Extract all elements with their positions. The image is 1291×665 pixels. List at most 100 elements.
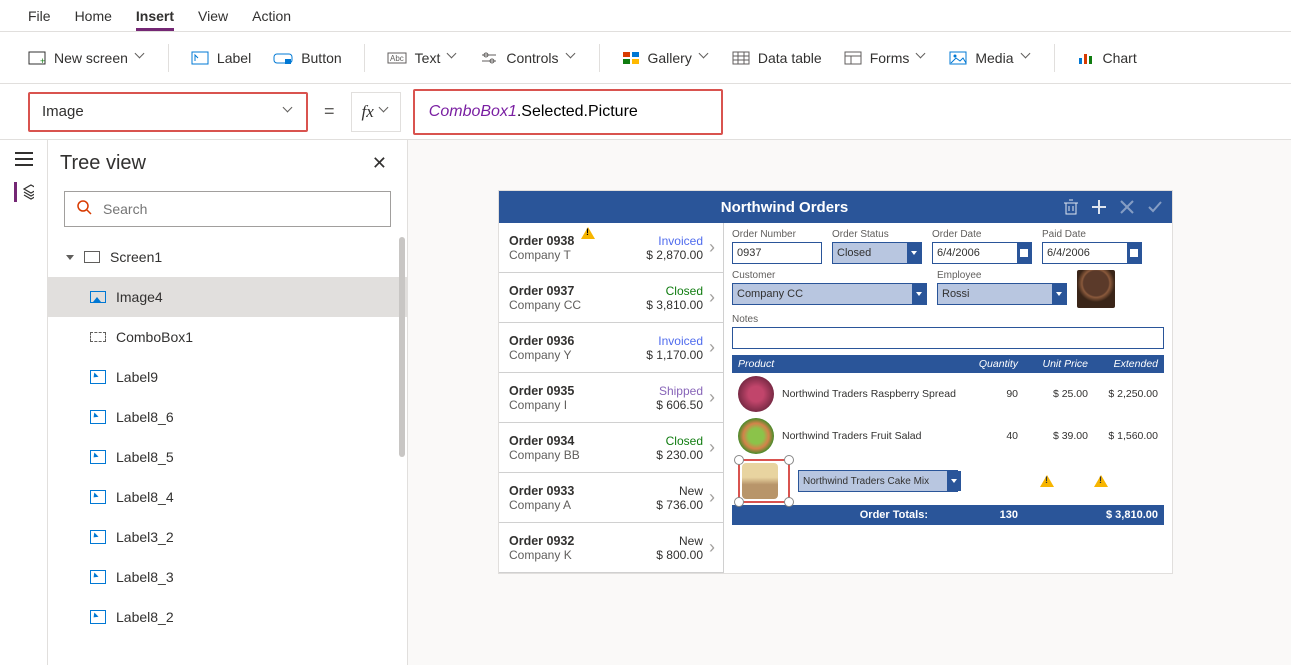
order-number: Order 0938 (509, 234, 646, 248)
order-status-dropdown[interactable]: Closed (832, 242, 922, 264)
order-item[interactable]: Order 0932 Company K New $ 800.00 › (499, 523, 723, 573)
totals-row: Order Totals: 130 $ 3,810.00 (732, 505, 1164, 525)
chevron-right-icon: › (709, 337, 715, 358)
order-number: Order 0935 (509, 384, 656, 398)
chevron-down-icon (1022, 53, 1032, 63)
order-item[interactable]: Order 0937 Company CC Closed $ 3,810.00 … (499, 273, 723, 323)
order-date-field[interactable]: 6/4/2006 (932, 242, 1032, 264)
tree-item-screen[interactable]: Screen1 (48, 237, 407, 277)
order-status: New (656, 534, 703, 548)
menu-home[interactable]: Home (75, 8, 112, 24)
resize-handle[interactable] (734, 497, 744, 507)
scrollbar[interactable] (399, 237, 405, 457)
chevron-down-icon (700, 53, 710, 63)
order-price: $ 230.00 (656, 448, 703, 462)
selected-image-control[interactable] (738, 459, 790, 503)
app-title: Northwind Orders (507, 199, 1062, 216)
new-product-combobox[interactable]: Northwind Traders Cake Mix (798, 470, 958, 492)
order-item[interactable]: Order 0933 Company A New $ 736.00 › (499, 473, 723, 523)
gallery-label: Gallery (648, 50, 692, 66)
layers-icon (23, 184, 34, 200)
product-row[interactable]: Northwind Traders Fruit Salad 40 $ 39.00… (732, 415, 1164, 457)
tree-item[interactable]: Label8_2 (48, 597, 407, 637)
menu-file[interactable]: File (28, 8, 51, 24)
order-company: Company CC (509, 298, 646, 312)
order-status: New (656, 484, 703, 498)
control-icon (90, 370, 106, 384)
tree-scroll[interactable]: Screen1 Image4 ComboBox1 Label9 Label8_6… (48, 237, 407, 665)
paid-date-field[interactable]: 6/4/2006 (1042, 242, 1142, 264)
order-item[interactable]: Order 0935 Company I Shipped $ 606.50 › (499, 373, 723, 423)
gallery-button[interactable]: Gallery (622, 50, 710, 66)
property-selector[interactable]: Image (28, 92, 308, 132)
app-preview: Northwind Orders Order 0938 Company T In… (498, 190, 1173, 574)
order-item[interactable]: Order 0938 Company T Invoiced $ 2,870.00… (499, 223, 723, 273)
tree-item[interactable]: ComboBox1 (48, 317, 407, 357)
svg-text:Abc: Abc (390, 54, 404, 63)
add-icon[interactable] (1090, 198, 1108, 216)
button-icon (273, 51, 293, 65)
svg-text:+: + (40, 56, 45, 65)
tree-search-input[interactable] (64, 191, 391, 227)
data-table-button[interactable]: Data table (732, 50, 822, 66)
chevron-down-icon (448, 53, 458, 63)
property-value: Image (42, 103, 84, 120)
search-field[interactable] (103, 201, 378, 217)
media-icon (949, 51, 967, 65)
expand-icon[interactable] (66, 255, 74, 260)
tree-item[interactable]: Label9 (48, 357, 407, 397)
hamburger-icon[interactable] (15, 152, 33, 166)
media-button[interactable]: Media (949, 50, 1031, 66)
customer-dropdown[interactable]: Company CC (732, 283, 927, 305)
order-list[interactable]: Order 0938 Company T Invoiced $ 2,870.00… (499, 223, 724, 573)
forms-button[interactable]: Forms (844, 50, 928, 66)
order-number: Order 0937 (509, 284, 646, 298)
resize-handle[interactable] (784, 497, 794, 507)
order-item[interactable]: Order 0934 Company BB Closed $ 230.00 › (499, 423, 723, 473)
tree-item-label: Image4 (116, 289, 163, 305)
calendar-icon (1127, 243, 1141, 263)
order-item[interactable]: Order 0936 Company Y Invoiced $ 1,170.00… (499, 323, 723, 373)
order-number-field[interactable]: 0937 (732, 242, 822, 264)
label-button[interactable]: Label (191, 50, 251, 66)
tree-item[interactable]: Label8_5 (48, 437, 407, 477)
controls-button[interactable]: Controls (480, 50, 576, 66)
order-status: Invoiced (646, 334, 703, 348)
cancel-icon[interactable] (1118, 198, 1136, 216)
menu-insert[interactable]: Insert (136, 8, 174, 31)
new-screen-button[interactable]: + New screen (28, 50, 146, 66)
text-button[interactable]: Abc Text (387, 50, 459, 66)
chart-button[interactable]: Chart (1077, 50, 1137, 66)
delete-icon[interactable] (1062, 198, 1080, 216)
formula-input[interactable]: ComboBox1.Selected.Picture (413, 89, 723, 135)
confirm-icon[interactable] (1146, 198, 1164, 216)
order-company: Company T (509, 248, 646, 262)
tree-item[interactable]: Label8_6 (48, 397, 407, 437)
employee-dropdown[interactable]: Rossi (937, 283, 1067, 305)
warning-icon (581, 227, 595, 239)
close-panel-button[interactable]: ✕ (372, 153, 387, 174)
product-price: $ 25.00 (1018, 388, 1088, 400)
calendar-icon (1017, 243, 1031, 263)
tree-item[interactable]: Label8_3 (48, 557, 407, 597)
dropdown-icon (907, 243, 921, 263)
product-row[interactable]: Northwind Traders Raspberry Spread 90 $ … (732, 373, 1164, 415)
order-number: Order 0932 (509, 534, 656, 548)
notes-field[interactable] (732, 327, 1164, 349)
canvas[interactable]: Northwind Orders Order 0938 Company T In… (408, 140, 1291, 665)
resize-handle[interactable] (784, 455, 794, 465)
screen-icon (84, 251, 100, 263)
menu-action[interactable]: Action (252, 8, 291, 24)
button-button[interactable]: Button (273, 50, 341, 66)
fx-button[interactable]: fx (351, 92, 401, 132)
tree-item[interactable]: Label3_2 (48, 517, 407, 557)
order-price: $ 2,870.00 (646, 248, 703, 262)
tree-view-tab[interactable] (14, 182, 34, 202)
tree-item[interactable]: Image4 (48, 277, 407, 317)
tree-item[interactable]: Label8_4 (48, 477, 407, 517)
table-icon (732, 51, 750, 65)
menu-view[interactable]: View (198, 8, 228, 24)
order-company: Company BB (509, 448, 656, 462)
order-status-label: Order Status (832, 229, 922, 240)
resize-handle[interactable] (734, 455, 744, 465)
